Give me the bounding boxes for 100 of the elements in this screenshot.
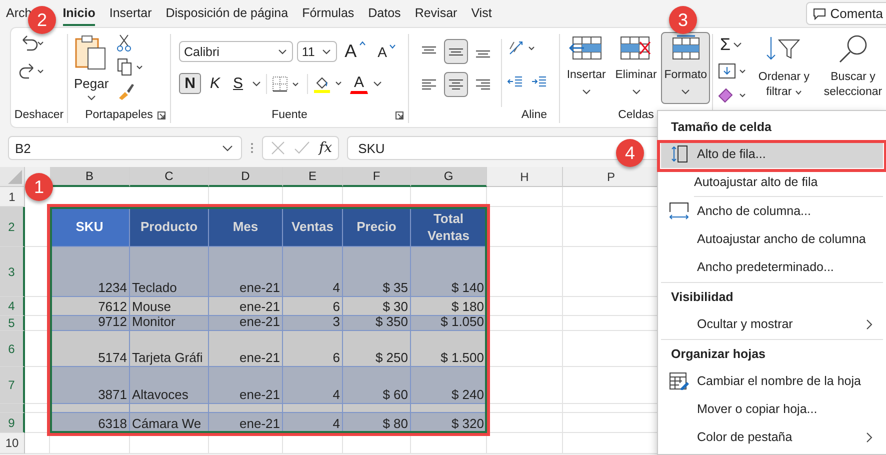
row-header[interactable] [0,404,25,413]
menu-item[interactable]: Autoajustar alto de fila [694,168,883,197]
comments-button[interactable]: Comenta [806,2,886,25]
autosum-button[interactable]: Σ [717,34,745,56]
decrease-indent-icon[interactable] [507,75,523,89]
table-cell: $ 250 [343,331,411,367]
empty-cell[interactable] [209,433,283,454]
row-header[interactable]: 7 [0,367,25,404]
row-header[interactable]: 3 [0,247,25,297]
group-label: Portapapeles [85,109,153,121]
row-header[interactable]: 9 [0,413,25,433]
italic-button[interactable]: K [206,73,224,94]
ribbon-tab[interactable]: Fórmulas [302,2,354,26]
dialog-launcher-icon[interactable] [395,111,404,120]
column-header[interactable]: B [50,167,130,187]
table-cell: 6 [283,297,343,316]
font-name-field[interactable]: Calibri [179,41,293,62]
font-color-button[interactable]: A [350,74,368,94]
insert-function-button[interactable]: fx [319,140,332,156]
table-cell: 3 [283,316,343,331]
rename-sheet-icon [669,372,689,390]
table-grid-icon [569,35,604,61]
check-icon[interactable] [294,141,310,155]
align-center-button[interactable] [444,72,468,97]
table-cell: $ 80 [343,413,411,433]
caret-icon[interactable] [252,80,262,86]
step-badge: 3 [669,6,697,34]
table-cell: $ 35 [343,247,411,297]
table-grid-icon [619,35,653,61]
menu-item[interactable]: Mover o copiar hoja... [661,395,883,423]
empty-cell[interactable] [283,433,343,454]
bold-button[interactable]: N [179,73,201,94]
font-size-field[interactable]: 11 [296,41,337,62]
table-cell: 1234 [50,247,130,297]
ribbon-tab[interactable]: Disposición de página [166,2,288,26]
table-cell: Mouse [130,297,209,316]
menu-item[interactable]: Ancho predeterminado... [661,253,883,281]
cut-icon[interactable] [116,34,131,52]
caret-icon [86,95,96,101]
table-cell: ene-21 [209,297,283,316]
row-header[interactable]: 6 [0,331,25,367]
copy-icon[interactable] [116,58,145,76]
menu-item[interactable]: Cambiar el nombre de la hoja [661,367,883,395]
menu-item[interactable]: Color de pestaña [661,423,883,451]
table-cell: Tarjeta Gráfi [130,331,209,367]
paste-button[interactable]: Pegar [74,34,109,101]
increase-font-size-button[interactable]: A [340,39,370,64]
group-label: Celdas [618,109,654,121]
empty-cell[interactable] [343,433,411,454]
ribbon-tab[interactable]: Vist [471,2,492,26]
column-header[interactable]: C [130,167,209,187]
text-lines-icon [475,78,491,92]
name-box[interactable]: B2 [8,136,242,160]
table-cell: 9712 [50,316,130,331]
menu-item[interactable]: Ocultar y mostrar [661,310,883,338]
insert-cells-button[interactable]: Insertar [562,32,611,104]
menu-item[interactable]: Autoajustar ancho de columna [661,225,883,253]
menu-section-title: Organizar hojas [671,347,766,361]
ribbon-tab[interactable]: Insertar [109,2,152,26]
table-cell: 4 [283,367,343,404]
ribbon-tab[interactable]: Datos [368,2,401,26]
empty-cell[interactable] [487,187,563,207]
empty-cell[interactable] [130,433,209,454]
caret-icon[interactable] [373,80,382,86]
delete-cells-button[interactable]: Eliminar [612,32,660,104]
sort-filter-button[interactable]: Ordenar y filtrar [753,34,815,100]
clipboard-icon [74,34,108,72]
column-header[interactable]: G [411,167,487,187]
ribbon-tab[interactable]: Revisar [414,2,458,26]
row-height-icon [670,145,688,163]
row-header[interactable]: 5 [0,316,25,331]
table-cell: Monitor [130,316,209,331]
row-header[interactable]: 1 [0,187,25,207]
align-middle-button[interactable] [444,39,468,64]
underline-button[interactable]: S [229,73,248,94]
row-header[interactable]: 10 [0,433,25,454]
format-painter-icon[interactable] [116,82,135,100]
table-cell: $ 180 [411,297,487,316]
table-header-cell: Mes [209,207,283,247]
empty-cell[interactable] [487,433,563,454]
increase-indent-icon[interactable] [531,75,547,89]
column-header[interactable]: F [343,167,411,187]
column-header[interactable]: D [209,167,283,187]
empty-cell[interactable] [411,433,487,454]
row-header[interactable]: 4 [0,297,25,316]
table-cell: $ 350 [343,316,411,331]
find-select-button[interactable]: Buscar y seleccionar [819,34,886,100]
caret-icon [681,89,690,95]
group-label: Aline [521,109,547,121]
dialog-launcher-icon[interactable] [157,111,166,120]
chevron-right-icon [866,432,873,442]
format-cells-button[interactable]: Formato [661,32,710,104]
table-cell: $ 140 [411,247,487,297]
decrease-font-size-button[interactable]: A [374,42,400,62]
menu-item[interactable]: Ancho de columna... [661,197,883,225]
row-header[interactable]: 2 [0,207,25,247]
caret-icon [389,44,396,48]
empty-cell[interactable] [50,433,130,454]
table-header-cell: Producto [130,207,209,247]
column-header[interactable]: E [283,167,343,187]
